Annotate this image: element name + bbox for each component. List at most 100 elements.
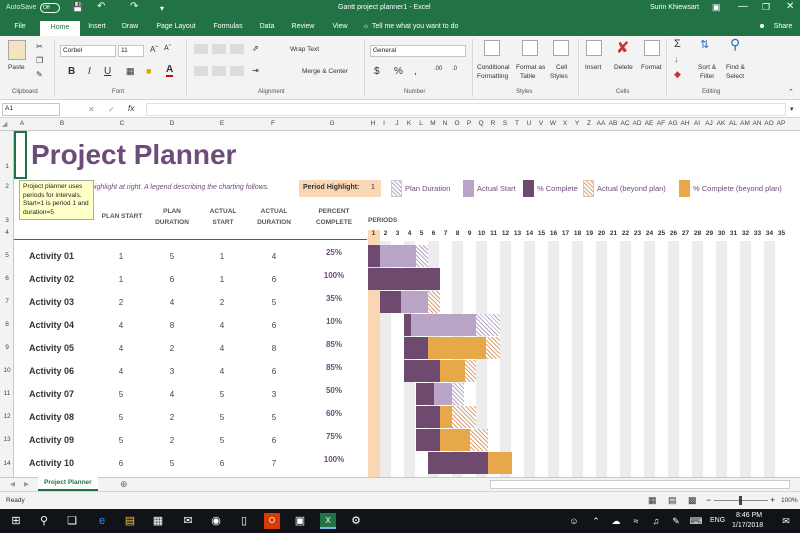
- cell-styles-icon[interactable]: [553, 40, 569, 56]
- row-header[interactable]: 7: [0, 298, 14, 305]
- collapse-ribbon-icon[interactable]: ⌃: [788, 88, 794, 96]
- column-header[interactable]: M: [427, 120, 439, 127]
- paste-button[interactable]: Paste: [8, 64, 25, 71]
- normal-view-icon[interactable]: ▦: [648, 495, 657, 506]
- font-size-select[interactable]: 11: [118, 45, 144, 57]
- activity-plan-start[interactable]: 1: [106, 252, 136, 261]
- clock-date[interactable]: 1/17/2018: [732, 522, 763, 529]
- formula-input[interactable]: [146, 103, 786, 116]
- activity-actual-duration[interactable]: 5: [259, 413, 289, 422]
- activity-name[interactable]: Activity 04: [29, 320, 74, 330]
- select-all-corner[interactable]: ◢: [2, 120, 7, 128]
- activity-plan-duration[interactable]: 2: [157, 436, 187, 445]
- column-header[interactable]: U: [523, 120, 535, 127]
- row-header[interactable]: 2: [0, 183, 14, 190]
- tab-view[interactable]: View: [328, 21, 352, 36]
- column-header[interactable]: AI: [691, 120, 703, 127]
- expand-formula-icon[interactable]: ▾: [790, 105, 794, 113]
- redo-icon[interactable]: ↷: [130, 1, 138, 12]
- format-cells-button[interactable]: Format: [641, 64, 662, 71]
- row-header[interactable]: 6: [0, 275, 14, 282]
- office-icon[interactable]: O: [264, 513, 280, 529]
- column-header[interactable]: O: [451, 120, 463, 127]
- delete-cells-button[interactable]: Delete: [614, 64, 633, 71]
- comma-icon[interactable]: ,: [414, 66, 417, 77]
- italic-icon[interactable]: I: [88, 66, 91, 77]
- pen-icon[interactable]: ✎: [668, 513, 684, 529]
- orientation-icon[interactable]: ⇗: [252, 44, 259, 53]
- mail-icon[interactable]: ✉: [180, 513, 196, 529]
- photos-icon[interactable]: ▣: [292, 513, 308, 529]
- activity-name[interactable]: Activity 05: [29, 343, 74, 353]
- people-icon[interactable]: ☺: [566, 513, 582, 529]
- column-header[interactable]: J: [391, 120, 403, 127]
- volume-icon[interactable]: ♫: [648, 513, 664, 529]
- activity-actual-start[interactable]: 4: [207, 367, 237, 376]
- activity-actual-start[interactable]: 4: [207, 321, 237, 330]
- activity-plan-start[interactable]: 1: [106, 275, 136, 284]
- tab-page-layout[interactable]: Page Layout: [152, 21, 200, 36]
- activity-plan-duration[interactable]: 6: [157, 275, 187, 284]
- autosave-toggle[interactable]: Off: [40, 3, 60, 13]
- activity-actual-start[interactable]: 2: [207, 298, 237, 307]
- cell-styles-label[interactable]: Styles: [550, 73, 568, 80]
- delete-cells-icon[interactable]: ✘: [616, 38, 629, 58]
- cut-icon[interactable]: ✂: [36, 42, 43, 51]
- activity-actual-duration[interactable]: 7: [259, 459, 289, 468]
- align-right-icon[interactable]: [230, 66, 244, 76]
- zoom-slider-thumb[interactable]: [739, 496, 742, 505]
- activity-actual-duration[interactable]: 8: [259, 344, 289, 353]
- column-header[interactable]: K: [403, 120, 415, 127]
- column-header[interactable]: X: [559, 120, 571, 127]
- column-header[interactable]: AO: [763, 120, 775, 127]
- page-break-view-icon[interactable]: ▩: [688, 495, 697, 506]
- insert-cells-icon[interactable]: [586, 40, 602, 56]
- align-top-icon[interactable]: [194, 44, 208, 54]
- column-header[interactable]: AH: [679, 120, 691, 127]
- activity-plan-duration[interactable]: 4: [157, 390, 187, 399]
- conditional-formatting-label[interactable]: Formatting: [477, 73, 508, 80]
- wrap-text-button[interactable]: Wrap Text: [290, 46, 319, 53]
- column-header[interactable]: AC: [619, 120, 631, 127]
- activity-plan-start[interactable]: 4: [106, 367, 136, 376]
- column-header[interactable]: AG: [667, 120, 679, 127]
- column-header[interactable]: G: [326, 120, 338, 127]
- activity-percent-complete[interactable]: 100%: [309, 455, 359, 464]
- customize-qat-icon[interactable]: ▾: [160, 4, 164, 13]
- tell-me-input[interactable]: Tell me what you want to do: [372, 21, 458, 36]
- column-header[interactable]: AD: [631, 120, 643, 127]
- search-icon[interactable]: ⚲: [36, 513, 52, 529]
- column-header[interactable]: I: [378, 120, 390, 127]
- activity-plan-duration[interactable]: 3: [157, 367, 187, 376]
- format-cells-icon[interactable]: [644, 40, 660, 56]
- page-layout-view-icon[interactable]: ▤: [668, 495, 677, 506]
- activity-plan-duration[interactable]: 5: [157, 252, 187, 261]
- format-as-table-icon[interactable]: [522, 40, 538, 56]
- activity-percent-complete[interactable]: 35%: [309, 294, 359, 303]
- activity-actual-duration[interactable]: 4: [259, 252, 289, 261]
- column-header[interactable]: AK: [715, 120, 727, 127]
- activity-name[interactable]: Activity 01: [29, 251, 74, 261]
- activity-plan-start[interactable]: 4: [106, 344, 136, 353]
- percent-icon[interactable]: %: [394, 66, 403, 77]
- column-header[interactable]: Z: [583, 120, 595, 127]
- column-header[interactable]: AL: [727, 120, 739, 127]
- row-header[interactable]: 12: [0, 413, 14, 420]
- activity-plan-duration[interactable]: 8: [157, 321, 187, 330]
- selected-cell-a1[interactable]: [14, 131, 27, 179]
- tab-review[interactable]: Review: [288, 21, 318, 36]
- font-name-select[interactable]: Corbel: [60, 45, 116, 57]
- zoom-level[interactable]: 100%: [781, 497, 798, 504]
- activity-percent-complete[interactable]: 100%: [309, 271, 359, 280]
- row-header[interactable]: 13: [0, 436, 14, 443]
- activity-percent-complete[interactable]: 85%: [309, 363, 359, 372]
- sheet-tab-project-planner[interactable]: Project Planner: [38, 477, 98, 491]
- find-select-icon[interactable]: ⚲: [730, 36, 740, 53]
- column-header[interactable]: AJ: [703, 120, 715, 127]
- fill-color-icon[interactable]: ■: [146, 66, 151, 76]
- clock-time[interactable]: 8:46 PM: [736, 512, 762, 519]
- zoom-in-icon[interactable]: +: [770, 495, 775, 505]
- activity-name[interactable]: Activity 06: [29, 366, 74, 376]
- activity-plan-start[interactable]: 6: [106, 459, 136, 468]
- row-header[interactable]: 5: [0, 252, 14, 259]
